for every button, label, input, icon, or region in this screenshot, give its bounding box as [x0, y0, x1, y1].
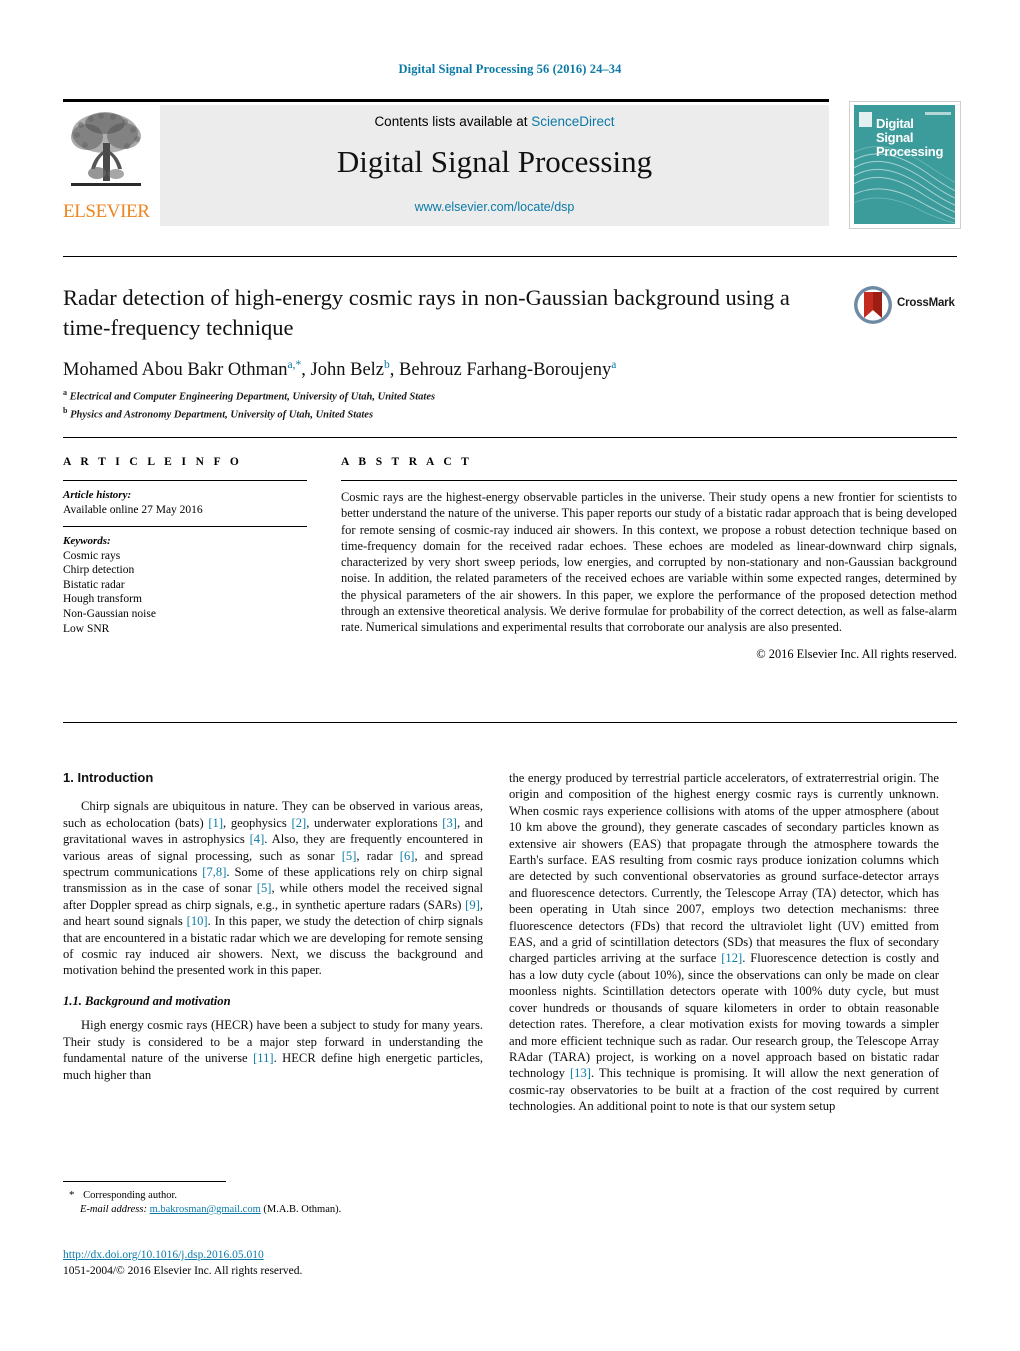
citation-link[interactable]: [2]: [292, 816, 307, 830]
article-history-label: Article history:: [63, 489, 132, 501]
abstract-text: Cosmic rays are the highest-energy obser…: [341, 490, 957, 635]
body-column-right: the energy produced by terrestrial parti…: [509, 770, 939, 1115]
citation-link[interactable]: [11]: [253, 1051, 274, 1065]
corresponding-author-text: Corresponding author.: [83, 1190, 178, 1201]
abstract-rule: [341, 480, 957, 481]
section-heading-introduction: 1. Introduction: [63, 770, 154, 785]
crossmark-badge[interactable]: CrossMark: [853, 285, 957, 327]
elsevier-wordmark: ELSEVIER: [63, 201, 150, 222]
footnote-rule: [63, 1181, 226, 1182]
page-title: Radar detection of high-energy cosmic ra…: [63, 285, 790, 340]
author-name-3: Behrouz Farhang-Boroujeny: [399, 360, 612, 381]
running-head: Digital Signal Processing 56 (2016) 24–3…: [398, 62, 622, 76]
affiliation-list: a Electrical and Computer Engineering De…: [63, 386, 863, 422]
paper-page: Digital Signal Processing 56 (2016) 24–3…: [0, 0, 1020, 1351]
masthead-top-rule: [63, 99, 829, 102]
title-separator-rule: [63, 256, 957, 257]
corresponding-author-line: * Corresponding author.: [63, 1188, 483, 1203]
keywords-list: Cosmic rays Chirp detection Bistatic rad…: [63, 549, 307, 637]
keyword-item: Bistatic radar: [63, 578, 125, 591]
article-history-value: Available online 27 May 2016: [63, 503, 203, 516]
text-run: , underwater explorations: [306, 815, 443, 830]
text-run: , radar: [356, 848, 400, 863]
page-footer: http://dx.doi.org/10.1016/j.dsp.2016.05.…: [63, 1248, 563, 1279]
doi-link[interactable]: http://dx.doi.org/10.1016/j.dsp.2016.05.…: [63, 1248, 563, 1264]
keyword-item: Chirp detection: [63, 564, 135, 577]
email-owner: (M.A.B. Othman).: [263, 1204, 342, 1215]
author-list: Mohamed Abou Bakr Othmana,*, John Belzb,…: [63, 359, 617, 381]
affiliation-mark-b: b: [63, 406, 68, 415]
article-info-column: A R T I C L E I N F O Article history: A…: [63, 456, 307, 645]
author-mark-1[interactable]: a,*: [288, 359, 302, 371]
email-label: E-mail address:: [80, 1204, 147, 1215]
cover-publisher-mark: [859, 112, 872, 127]
affiliation-text-a: Electrical and Computer Engineering Depa…: [69, 391, 436, 403]
citation-link[interactable]: [4]: [250, 832, 265, 846]
keyword-item: Low SNR: [63, 622, 110, 635]
journal-masthead: ELSEVIER Contents lists available at Sci…: [63, 99, 961, 229]
issn-copyright-line: 1051-2004/© 2016 Elsevier Inc. All right…: [63, 1264, 303, 1277]
citation-link[interactable]: [6]: [400, 849, 415, 863]
citation-link[interactable]: [7,8]: [202, 865, 226, 879]
email-line: E-mail address: m.bakrosman@gmail.com (M…: [63, 1203, 483, 1217]
citation-link[interactable]: [1]: [208, 816, 223, 830]
abstract-copyright: © 2016 Elsevier Inc. All rights reserved…: [756, 646, 957, 661]
affiliation-a: a Electrical and Computer Engineering De…: [63, 386, 863, 404]
citation-link[interactable]: [3]: [442, 816, 457, 830]
text-run: the energy produced by terrestrial parti…: [509, 771, 939, 966]
article-history-block: Article history: Available online 27 May…: [63, 488, 307, 517]
journal-homepage-link[interactable]: www.elsevier.com/locate/dsp: [160, 200, 829, 214]
citation-link[interactable]: [9]: [465, 898, 480, 912]
abstract-column: A B S T R A C T Cosmic rays are the high…: [341, 456, 957, 662]
info-section-bottom-rule: [63, 722, 957, 723]
body-column-left: 1. Introduction Chirp signals are ubiqui…: [63, 770, 483, 1083]
article-info-rule-1: [63, 480, 307, 481]
subsection-heading-background: 1.1. Background and motivation: [63, 993, 231, 1008]
affiliation-text-b: Physics and Astronomy Department, Univer…: [70, 409, 374, 421]
footnote-star-marker: *: [69, 1189, 75, 1201]
keyword-item: Cosmic rays: [63, 549, 121, 562]
cover-title-line-1: Digital: [876, 116, 914, 131]
keyword-item: Hough transform: [63, 593, 142, 606]
affiliation-b: b Physics and Astronomy Department, Univ…: [63, 404, 863, 422]
abstract-heading: A B S T R A C T: [341, 456, 473, 468]
crossmark-label: CrossMark: [897, 297, 955, 309]
paragraph: High energy cosmic rays (HECR) have been…: [63, 1017, 483, 1083]
cover-title-line-2: Signal: [876, 130, 914, 145]
contents-available-line: Contents lists available at ScienceDirec…: [160, 114, 829, 129]
contents-prefix: Contents lists available at: [374, 114, 532, 129]
citation-link[interactable]: [5]: [257, 881, 272, 895]
text-run: , geophysics: [223, 815, 292, 830]
citation-link[interactable]: [13]: [570, 1066, 591, 1080]
author-name-2: John Belz: [310, 360, 385, 381]
journal-cover-thumbnail[interactable]: Digital Signal Processing: [849, 101, 961, 229]
citation-link[interactable]: [10]: [187, 914, 208, 928]
sciencedirect-link[interactable]: ScienceDirect: [531, 114, 614, 129]
affiliation-mark-a: a: [63, 388, 67, 397]
article-info-rule-2: [63, 526, 307, 528]
keywords-label: Keywords:: [63, 535, 111, 548]
keyword-item: Non-Gaussian noise: [63, 607, 156, 620]
article-info-heading: A R T I C L E I N F O: [63, 456, 243, 468]
email-link[interactable]: m.bakrosman@gmail.com: [150, 1204, 261, 1215]
keywords-block: Keywords: Cosmic rays Chirp detection Bi…: [63, 534, 307, 636]
author-mark-2[interactable]: b: [384, 359, 390, 371]
footnote-block: * Corresponding author. E-mail address: …: [63, 1188, 483, 1217]
contents-panel: Contents lists available at ScienceDirec…: [160, 105, 829, 226]
paragraph: Chirp signals are ubiquitous in nature. …: [63, 798, 483, 978]
text-run: . Fluorescence detection is costly and h…: [509, 951, 939, 1081]
cover-corner-text: [925, 112, 951, 115]
elsevier-logo: ELSEVIER: [63, 105, 150, 226]
cover-artwork: Digital Signal Processing: [854, 105, 955, 224]
cover-journal-title: Digital Signal Processing: [876, 117, 943, 159]
citation-link[interactable]: [5]: [342, 849, 357, 863]
author-mark-3[interactable]: a: [611, 359, 616, 371]
info-section-top-rule: [63, 437, 957, 438]
elsevier-tree-icon: [67, 107, 145, 199]
journal-title: Digital Signal Processing: [336, 144, 653, 179]
cover-title-line-3: Processing: [876, 144, 944, 159]
citation-link[interactable]: [12]: [721, 951, 742, 965]
author-name-1: Mohamed Abou Bakr Othman: [63, 360, 288, 381]
paragraph: the energy produced by terrestrial parti…: [509, 770, 939, 1115]
